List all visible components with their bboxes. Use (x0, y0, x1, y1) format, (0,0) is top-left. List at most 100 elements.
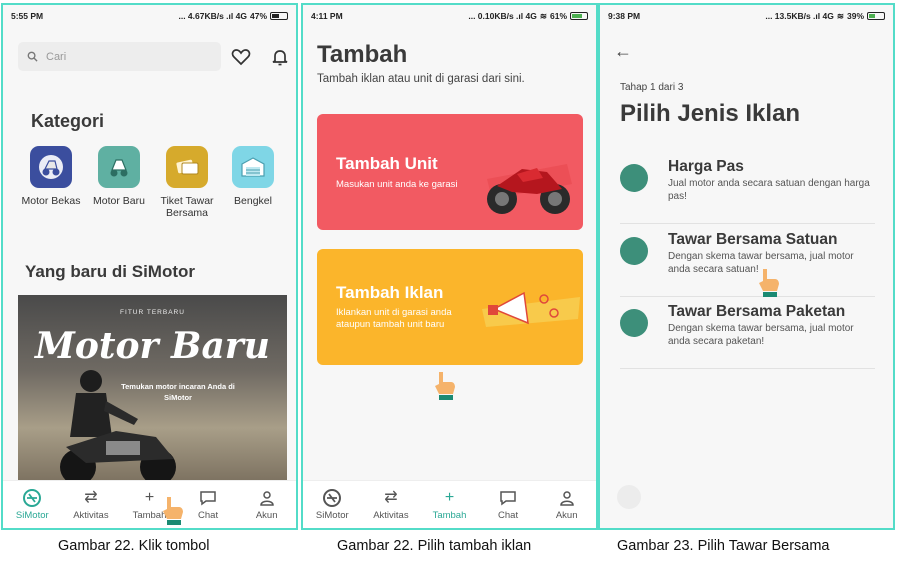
wifi-icon: ≋ (836, 10, 844, 21)
category-tiket-tawar-bersama[interactable]: Tiket Tawar Bersama (151, 146, 223, 219)
nav-aktivitas[interactable]: ⇄ Aktivitas (62, 481, 121, 528)
category-label: Tiket Tawar Bersama (160, 195, 214, 219)
network-status: ... 13.5KB/s .ıl 4G (765, 11, 834, 21)
page-title: Tambah (317, 41, 408, 68)
option-description: Jual motor anda secara satuan dengan har… (668, 178, 870, 202)
status-time: 5:55 PM (11, 11, 44, 21)
network-status: ... 0.10KB/s .ıl 4G (468, 11, 537, 21)
wifi-icon: ≋ (539, 10, 547, 21)
floating-placeholder (617, 485, 641, 509)
nav-akun[interactable]: Akun (237, 481, 296, 528)
bottom-navigation: SiMotor ⇄ Aktivitas + Tambah Chat Akun (303, 480, 596, 528)
plus-icon: + (444, 488, 455, 506)
status-time: 9:38 PM (608, 11, 641, 21)
scooter-icon (98, 146, 140, 188)
motorcycle-illustration (487, 164, 572, 214)
category-bengkel[interactable]: Bengkel (217, 146, 289, 207)
simotor-logo-icon (322, 488, 342, 507)
arrows-swap-icon: ⇄ (84, 488, 98, 506)
card-description: Masukan unit anda ke garasi (336, 179, 458, 190)
nav-label: SiMotor (315, 509, 349, 521)
group-badge-icon (620, 309, 648, 337)
nav-label: Aktivitas (73, 509, 109, 521)
category-label: Bengkel (234, 195, 272, 207)
card-description: Iklankan unit di garasi anda ataupun tam… (336, 307, 452, 330)
nav-simotor[interactable]: SiMotor (303, 481, 362, 528)
battery-percent: 61% (549, 11, 567, 21)
nav-aktivitas[interactable]: ⇄ Aktivitas (362, 481, 421, 528)
back-arrow-icon[interactable]: ← (614, 41, 632, 62)
battery-percent: 47% (249, 11, 267, 21)
nav-label: Aktivitas (373, 509, 409, 521)
option-title: Tawar Bersama Paketan (668, 303, 846, 320)
nav-label: Chat (198, 509, 219, 521)
bottom-navigation: SiMotor ⇄ Aktivitas + Tambah Chat Akun (3, 480, 296, 528)
tap-hand-icon (435, 372, 455, 400)
promo-banner[interactable]: FITUR TERBARU Motor Baru Temukan motor i… (18, 295, 287, 485)
garage-icon (232, 146, 274, 188)
megaphone-illustration (482, 291, 580, 327)
search-icon (27, 51, 38, 62)
tambah-unit-card[interactable]: Tambah Unit Masukan unit anda ke garasi (317, 114, 583, 230)
category-label: Motor Bekas (21, 195, 81, 207)
chat-bubble-icon (198, 489, 218, 507)
nav-label: Chat (498, 509, 519, 521)
yang-baru-title: Yang baru di SiMotor (25, 262, 196, 281)
option-tawar-bersama-paketan[interactable]: Tawar Bersama Paketan Dengan skema tawar… (620, 295, 875, 369)
kategori-title: Kategori (31, 111, 105, 131)
phone-screen-home: 5:55 PM ... 4.67KB/s .ıl 4G 47% Cari Kat… (1, 3, 298, 530)
nav-label: SiMotor (15, 509, 49, 521)
status-time: 4:11 PM (311, 11, 343, 21)
card-title: Tambah Unit (336, 154, 438, 173)
nav-chat[interactable]: Chat (479, 481, 538, 528)
scooter-icon (30, 146, 72, 188)
card-title: Tambah Iklan (336, 283, 444, 302)
caption-2: Gambar 22. Pilih tambah iklan (337, 538, 532, 554)
network-status: ... 4.67KB/s .ıl 4G (178, 11, 247, 21)
battery-icon (270, 12, 288, 20)
page-subtitle: Tambah iklan atau unit di garasi dari si… (317, 73, 525, 85)
nav-chat[interactable]: Chat (179, 481, 238, 528)
nav-label: Akun (555, 509, 578, 521)
nav-label: Akun (255, 509, 278, 521)
arrows-swap-icon: ⇄ (384, 488, 398, 506)
status-bar: 9:38 PM ... 13.5KB/s .ıl 4G ≋ 39% (600, 5, 893, 27)
banner-tag: FITUR TERBARU (120, 309, 185, 316)
nav-tambah[interactable]: + Tambah (420, 481, 479, 528)
option-harga-pas[interactable]: Harga Pas Jual motor anda secara satuan … (620, 150, 875, 224)
heart-icon[interactable] (231, 47, 251, 67)
option-description: Dengan skema tawar bersama, jual motor a… (668, 323, 854, 347)
status-bar: 4:11 PM ... 0.10KB/s .ıl 4G ≋ 61% (303, 5, 596, 27)
rider-motorcycle-image (60, 370, 176, 485)
simotor-logo-icon (22, 488, 42, 507)
step-indicator: Tahap 1 dari 3 (620, 82, 684, 93)
battery-charging-icon (867, 12, 885, 20)
tap-hand-icon (163, 497, 183, 525)
page-title: Pilih Jenis Iklan (620, 100, 801, 127)
status-bar: 5:55 PM ... 4.67KB/s .ıl 4G 47% (3, 5, 296, 27)
tap-hand-icon (759, 269, 779, 297)
option-title: Tawar Bersama Satuan (668, 231, 838, 248)
nav-label: Tambah (432, 509, 467, 521)
group-badge-icon (620, 237, 648, 265)
ticket-icon (166, 146, 208, 188)
search-placeholder: Cari (46, 50, 67, 63)
plus-icon: + (144, 488, 155, 506)
bell-icon[interactable] (270, 47, 290, 67)
chat-bubble-icon (498, 489, 518, 507)
category-motor-bekas[interactable]: Motor Bekas (15, 146, 87, 207)
nav-simotor[interactable]: SiMotor (3, 481, 62, 528)
category-motor-baru[interactable]: Motor Baru (83, 146, 155, 207)
battery-percent: 39% (846, 11, 864, 21)
user-icon (557, 489, 577, 507)
scooter-badge-icon (620, 164, 648, 192)
tambah-iklan-card[interactable]: Tambah Iklan Iklankan unit di garasi and… (317, 249, 583, 365)
banner-headline: Motor Baru (35, 325, 270, 367)
phone-screen-pilih-jenis-iklan: 9:38 PM ... 13.5KB/s .ıl 4G ≋ 39% ← Taha… (598, 3, 895, 530)
battery-charging-icon (570, 12, 588, 20)
nav-akun[interactable]: Akun (537, 481, 596, 528)
option-title: Harga Pas (668, 158, 744, 175)
option-tawar-bersama-satuan[interactable]: Tawar Bersama Satuan Dengan skema tawar … (620, 223, 875, 297)
caption-1: Gambar 22. Klik tombol (58, 538, 210, 554)
search-input[interactable]: Cari (18, 42, 221, 71)
